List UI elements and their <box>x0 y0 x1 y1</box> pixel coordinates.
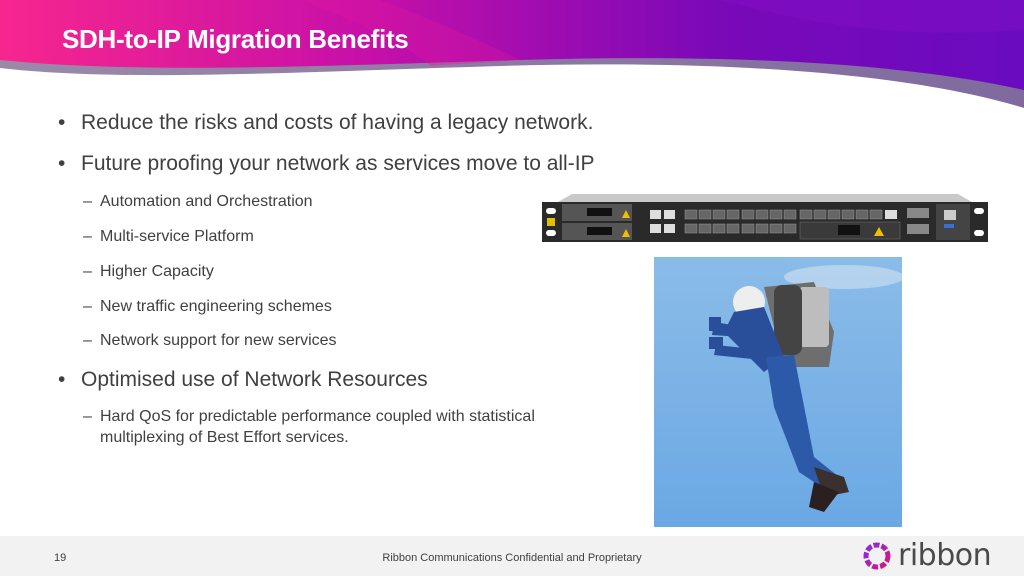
jetpack-flyer-image <box>654 257 902 527</box>
bullet-text: Future proofing your network as services… <box>81 152 595 175</box>
slide-title: SDH-to-IP Migration Benefits <box>62 24 409 54</box>
dash-icon: – <box>83 263 92 280</box>
sub-bullet-text: Network support for new services <box>100 332 337 349</box>
dash-icon: – <box>83 228 92 245</box>
dash-icon: – <box>83 193 92 210</box>
sub-bullet-text: multiplexing of Best Effort services. <box>100 429 349 446</box>
sub-bullet-text: Automation and Orchestration <box>100 193 313 210</box>
bullet-text: Reduce the risks and costs of having a l… <box>81 111 594 134</box>
bullet-icon: • <box>58 152 66 175</box>
sub-bullet-text: Multi-service Platform <box>100 228 254 245</box>
bullet-icon: • <box>58 111 66 134</box>
header-banner: SDH-to-IP Migration Benefits <box>0 0 1024 115</box>
footer-bar: 19 Ribbon Communications Confidential an… <box>0 536 1024 576</box>
ribbon-logo-icon <box>863 542 891 570</box>
sub-bullet-text: Hard QoS for predictable performance cou… <box>100 408 535 425</box>
network-router-image <box>542 194 988 242</box>
sub-bullet-text: New traffic engineering schemes <box>100 298 332 315</box>
bullet-text: Optimised use of Network Resources <box>81 368 428 391</box>
ribbon-logo-text: ribbon <box>898 538 992 573</box>
ribbon-logo: ribbon <box>860 538 992 573</box>
bullet-icon: • <box>58 368 66 391</box>
dash-icon: – <box>83 408 92 425</box>
header-wave-graphic <box>0 0 1024 108</box>
dash-icon: – <box>83 298 92 315</box>
dash-icon: – <box>83 332 92 349</box>
sub-bullet-text: Higher Capacity <box>100 263 214 280</box>
